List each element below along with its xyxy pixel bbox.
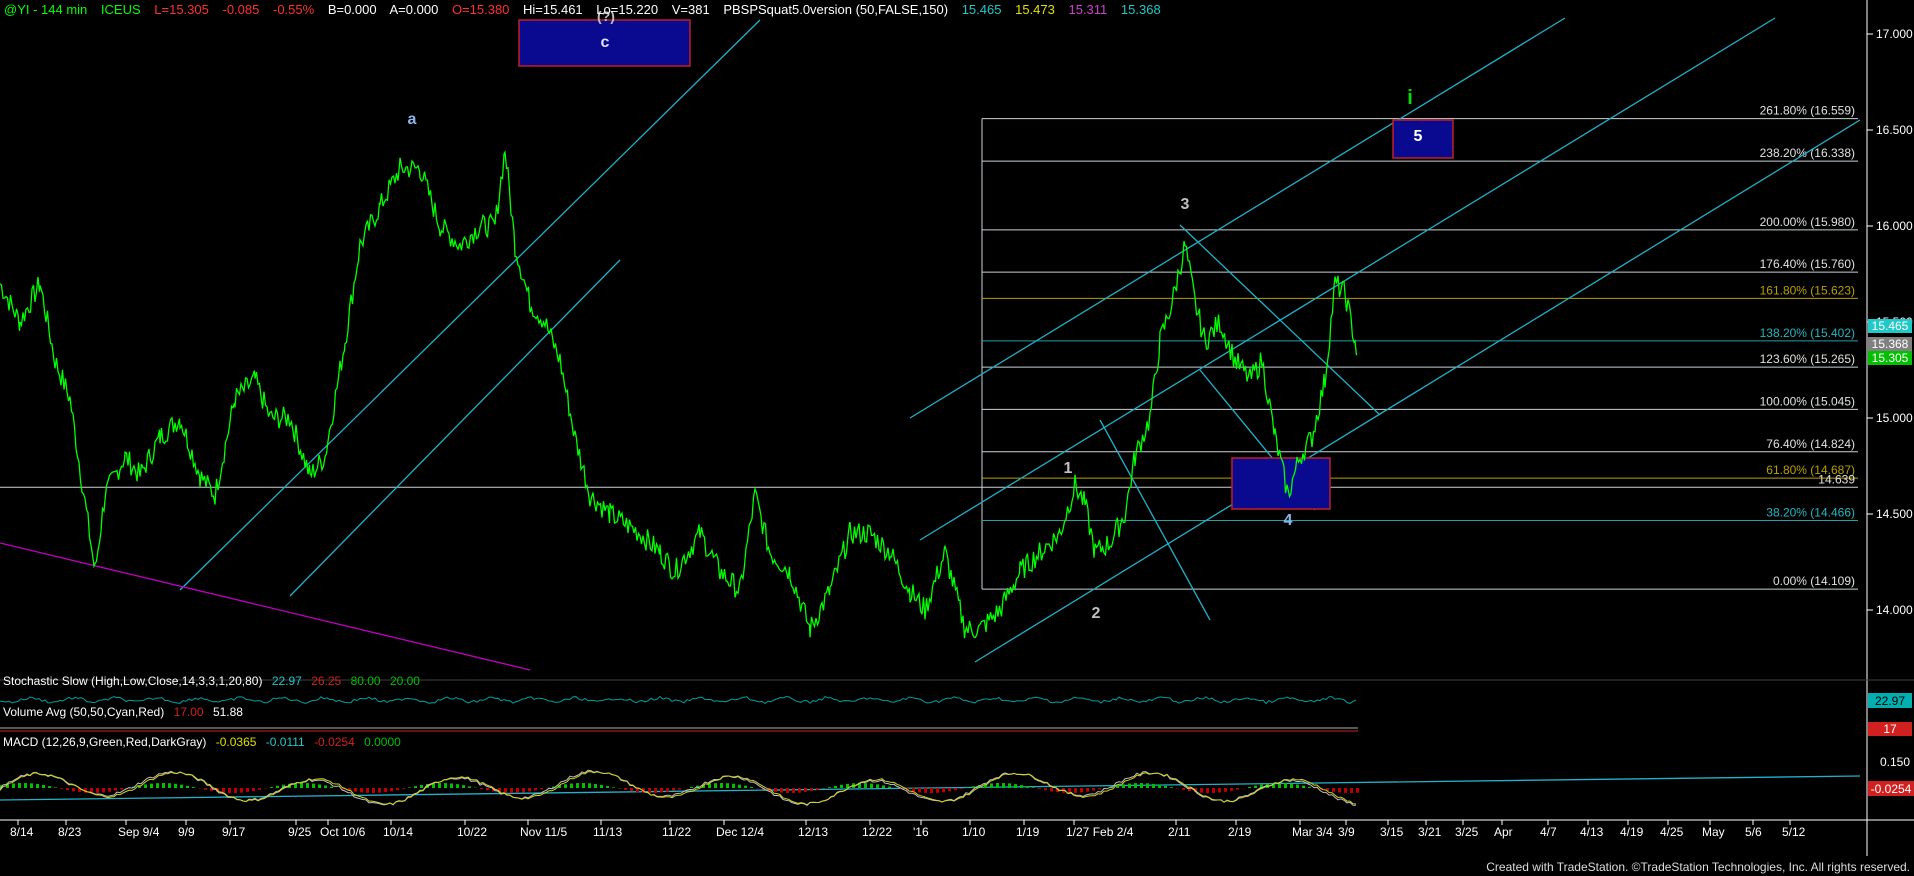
macd-axis-label: 0.150 [1880,755,1910,769]
exchange-label: ICEUS [100,2,141,17]
symbol-label: @YI - 144 min [4,2,88,17]
wave-label: 1 [1064,460,1073,477]
date-axis-tick: 10/22 [457,825,487,839]
price-change: -0.085 [222,2,260,17]
date-axis-tick: 4/13 [1580,825,1604,839]
chart-header: @YI - 144 min ICEUS L=15.305 -0.085 -0.5… [4,2,1171,17]
date-axis-tick: 2/19 [1228,825,1252,839]
date-axis-tick: 10/14 [383,825,413,839]
wave-label: i [1407,87,1413,109]
date-axis-tick: Oct 10/6 [320,825,366,839]
date-axis-tick: Nov 11/5 [520,825,567,839]
wave-label: 4 [1284,512,1293,529]
date-axis-tick: 12/22 [862,825,892,839]
study-value-4: 15.368 [1120,2,1161,17]
price-change-pct: -0.55% [272,2,315,17]
date-axis-tick: 4/25 [1660,825,1684,839]
study-value-3: 15.311 [1068,2,1108,17]
date-axis-tick: 3/15 [1380,825,1404,839]
fib-label: 138.20% (15.402) [1760,326,1855,340]
wave-label: 3 [1181,196,1190,213]
stoch-label: Stochastic Slow (High,Low,Close,14,3,3,1… [3,674,420,688]
price-tag: 15.368 [1872,337,1909,351]
volume-tag: 17 [1883,722,1897,736]
date-axis-tick: 3/9 [1338,825,1355,839]
price-tags: 15.465 15.36815.305 [1868,319,1912,365]
price-axis-tick: 14.000 [1876,603,1913,617]
date-axis-tick: Mar 3/4 [1292,825,1333,839]
last-price: L=15.305 [154,2,209,17]
chart-canvas[interactable]: 261.80% (16.559) 238.20% (16.338) 200.00% … [0,0,1914,876]
fib-label: 200.00% (15.980) [1760,215,1855,229]
wave-label: c [601,34,610,51]
date-axis-tick: Dec 12/4 [716,825,764,839]
fib-label: 161.80% (15.623) [1760,283,1855,297]
wave-label: 5 [1414,128,1423,145]
date-axis-tick: 8/14 [10,825,34,839]
date-axis-tick: 3/21 [1418,825,1442,839]
stoch-tag: 22.97 [1875,694,1905,708]
fib-label: 261.80% (16.559) [1760,104,1855,118]
date-axis-tick: 1/10 [962,825,986,839]
price-tag: 15.465 [1872,319,1909,333]
fib-label: 38.20% (14.466) [1766,506,1855,520]
macd-label: MACD (12,26,9,Green,Red,DarkGray) -0.036… [3,735,401,749]
date-axis-tick: 11/13 [593,825,622,839]
price-axis-tick: 17.000 [1876,27,1913,41]
date-axis-tick: 2/11 [1168,825,1191,839]
ask-value: A=0.000 [389,2,439,17]
macd-tag: -0.0254 [1871,782,1912,796]
fib-label: 0.00% (14.109) [1773,574,1855,588]
volume-value: V=381 [671,2,710,17]
price-axis-tick: 16.500 [1876,123,1913,137]
low-value: Lo=15.220 [596,2,659,17]
date-axis-tick: 1/19 [1016,825,1040,839]
date-axis-tick: 1/27 Feb 2/4 [1066,825,1134,839]
target-box-5[interactable] [1392,119,1454,159]
date-axis-tick: 12/13 [798,825,828,839]
fib-label: 76.40% (14.824) [1766,437,1855,451]
price-axis-tick: 16.000 [1876,219,1913,233]
date-axis-tick: 4/19 [1620,825,1644,839]
study-label: PBSPSquat5.0version (50,FALSE,150) [723,2,949,17]
date-axis-tick: 5/6 [1745,825,1762,839]
fib-label: 14.639 [1818,472,1855,486]
date-axis-tick: 11/22 [662,825,691,839]
date-axis-tick: 9/9 [178,825,195,839]
date-axis-tick: 9/25 [288,825,312,839]
high-value: Hi=15.461 [523,2,583,17]
date-axis-tick: '16 [913,825,929,839]
date-axis-tick: 3/25 [1455,825,1479,839]
date-axis-tick: Apr [1494,825,1513,839]
price-axis-tick: 14.500 [1876,507,1913,521]
study-value-1: 15.465 [961,2,1002,17]
date-axis-tick: 4/7 [1540,825,1557,839]
fib-label: 238.20% (16.338) [1760,146,1855,160]
fib-label: 176.40% (15.760) [1760,257,1855,271]
price-axis-tick: 15.000 [1876,411,1913,425]
wave-label: 2 [1092,605,1101,622]
date-axis-tick: 9/17 [222,825,246,839]
wave-label: a [408,111,417,128]
date-axis-tick: May [1702,825,1725,839]
study-value-2: 15.473 [1015,2,1055,17]
target-box-4[interactable] [1231,457,1331,510]
fib-label: 100.00% (15.045) [1760,394,1855,408]
date-axis-tick: 5/12 [1782,825,1806,839]
fib-label: 123.60% (15.265) [1760,352,1855,366]
price-tag: 15.305 [1872,351,1909,365]
footer-credit: Created with TradeStation. ©TradeStation… [1486,860,1910,874]
date-axis-tick: Sep 9/4 [118,825,160,839]
bid-value: B=0.000 [327,2,377,17]
date-axis-tick: 8/23 [58,825,82,839]
open-value: O=15.380 [451,2,510,17]
